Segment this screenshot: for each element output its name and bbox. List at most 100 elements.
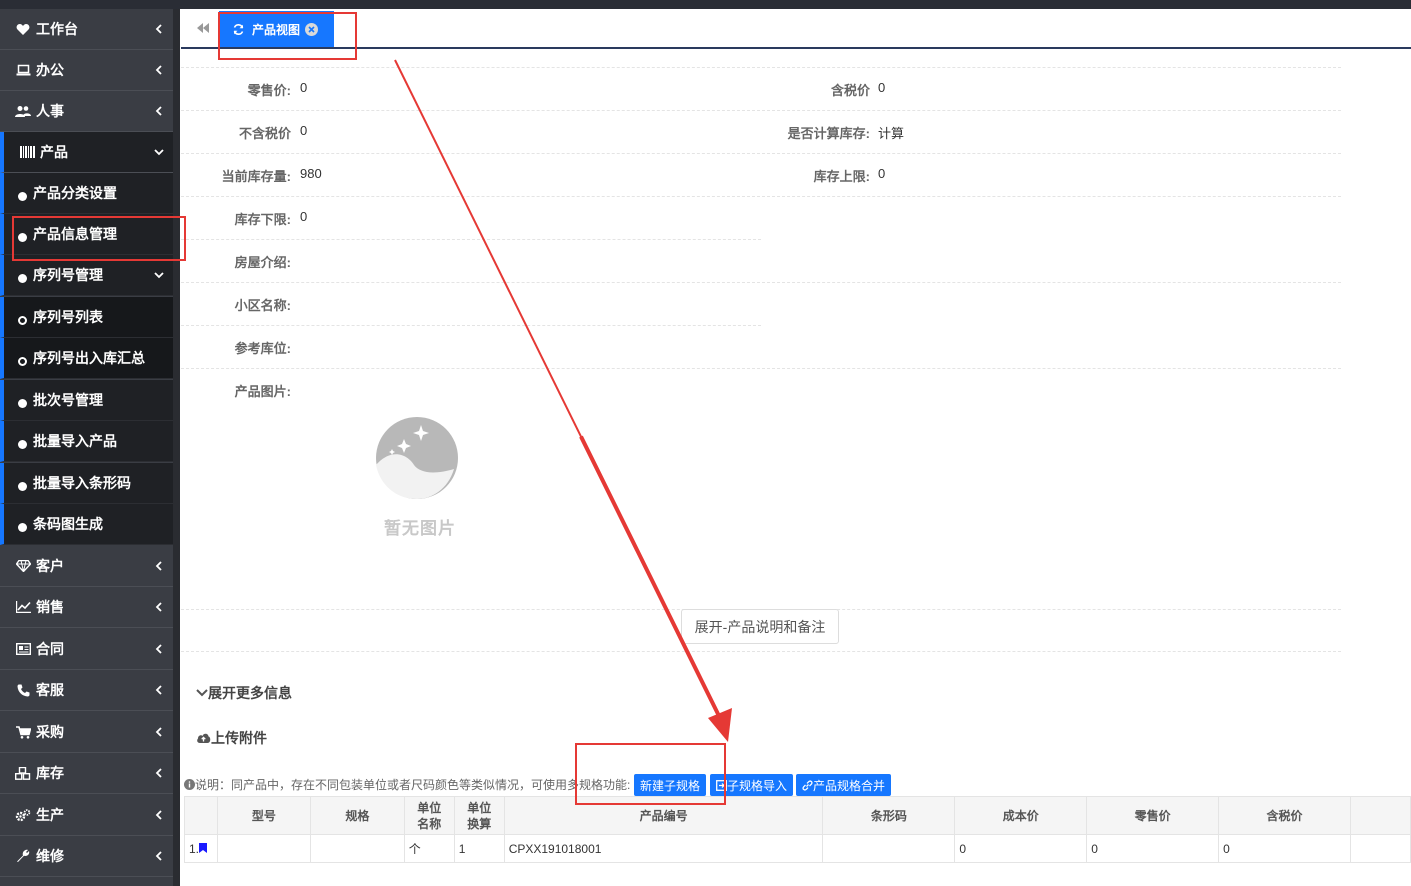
- spec-table: 型号 规格 单位 名称 单位 换算 产品编号 条形码 成本价 零售价 含税价 1…: [184, 796, 1411, 863]
- stock-upper-value: 0: [878, 166, 886, 181]
- sidebar-item-label: 维修: [36, 848, 64, 864]
- stock-lower-value: 0: [300, 209, 308, 224]
- cell-cost: 0: [954, 834, 1088, 863]
- calc-stock-value: 计算: [878, 126, 905, 141]
- chevron-left-icon: [155, 24, 162, 34]
- cell-tax-price: 0: [1218, 834, 1351, 863]
- tax-excl-price-value: 0: [300, 123, 308, 138]
- divider: [181, 110, 1341, 111]
- chevron-down-icon: [196, 689, 208, 697]
- community-name-label: 小区名称:: [234, 298, 291, 313]
- upload-attachment-toggle[interactable]: 上传附件: [196, 728, 267, 748]
- col-header-extra: [1349, 796, 1411, 835]
- sidebar-item-label: 工作台: [36, 21, 78, 37]
- sidebar-subitem-serial-mgmt[interactable]: 序列号管理: [0, 255, 173, 296]
- line-chart-icon: [14, 601, 32, 613]
- sidebar-subitem-serial-list[interactable]: 序列号列表: [0, 297, 173, 338]
- retail-price-label: 零售价:: [247, 83, 291, 98]
- current-stock-value: 980: [300, 166, 322, 181]
- chevron-left-icon: [155, 602, 162, 612]
- col-header-unit: 单位 名称: [403, 796, 455, 835]
- diamond-icon: [14, 560, 32, 572]
- sidebar-item-product[interactable]: 产品: [0, 132, 173, 173]
- sidebar-item-label: 客服: [36, 682, 64, 698]
- chevron-left-icon: [155, 851, 162, 861]
- annotation-box-product-info: [12, 216, 186, 261]
- col-header-cost: 成本价: [954, 796, 1088, 835]
- sidebar-item-label: 产品: [40, 144, 68, 160]
- sidebar-item-repair[interactable]: 维修: [0, 836, 173, 877]
- col-header-model: 型号: [216, 796, 311, 835]
- chevron-down-icon: [154, 149, 164, 156]
- divider: [181, 67, 1341, 68]
- sidebar-item-label: 生产: [36, 807, 64, 823]
- sidebar-item-label: 销售: [36, 599, 64, 615]
- table-row[interactable]: 1. 个 1 CPXX191018001 0 0 0: [184, 834, 1411, 863]
- sidebar-subitem-bulk-import-barcode[interactable]: 批量导入条形码: [0, 463, 173, 504]
- sidebar-item-inventory[interactable]: 库存: [0, 753, 173, 794]
- cell-unit: 个: [403, 834, 455, 863]
- bullet-icon: [18, 481, 27, 491]
- sidebar-item-office[interactable]: 办公: [0, 50, 173, 91]
- circle-icon: [18, 315, 27, 325]
- more-info-label: 展开更多信息: [208, 685, 292, 701]
- wrench-icon: [14, 849, 32, 863]
- col-header-retail: 零售价: [1086, 796, 1220, 835]
- sidebar-item-hr[interactable]: 人事: [0, 91, 173, 132]
- annotation-arrow: [393, 59, 732, 742]
- spec-note-text: 说明：同产品中，存在不同包装单位或者尺码颜色等类似情况，可使用多规格功能:: [195, 778, 631, 792]
- chevron-down-icon: [154, 272, 164, 279]
- chevron-left-icon: [155, 106, 162, 116]
- sidebar-subitem-label: 序列号出入库汇总: [33, 350, 145, 366]
- cell-extra: [1349, 834, 1411, 863]
- laptop-icon: [14, 64, 32, 76]
- sidebar: 工作台 办公 人事 产品 产品分类设置 产品信息管理 序列号管理 序列号列表 序…: [0, 9, 180, 886]
- tax-incl-price-label: 含税价: [830, 83, 870, 98]
- sidebar-subitem-serial-summary[interactable]: 序列号出入库汇总: [0, 338, 173, 379]
- backward-icon[interactable]: [195, 21, 211, 35]
- chevron-left-icon: [155, 65, 162, 75]
- tax-excl-price-label: 不含税价: [238, 126, 291, 141]
- cell-index: 1.: [184, 834, 218, 863]
- sidebar-item-label: 合同: [36, 641, 64, 657]
- sidebar-subitem-bulk-import-product[interactable]: 批量导入产品: [0, 421, 173, 462]
- sidebar-subitem-label: 序列号列表: [33, 309, 103, 325]
- sidebar-subitem-label: 产品分类设置: [33, 185, 117, 201]
- circle-icon: [18, 356, 27, 366]
- sidebar-item-sales[interactable]: 销售: [0, 587, 173, 628]
- sidebar-item-contract[interactable]: 合同: [0, 629, 173, 670]
- stock-lower-label: 库存下限:: [234, 212, 291, 227]
- sidebar-subitem-category[interactable]: 产品分类设置: [0, 173, 173, 214]
- stock-upper-label: 库存上限:: [813, 169, 870, 184]
- bookmark-icon[interactable]: [199, 842, 208, 853]
- bullet-icon: [18, 398, 27, 408]
- sidebar-item-purchase[interactable]: 采购: [0, 712, 173, 753]
- barcode-icon: [18, 146, 36, 158]
- sidebar-subitem-label: 序列号管理: [33, 267, 103, 283]
- annotation-box-new-sub-spec: [575, 743, 726, 805]
- upload-attachment-label: 上传附件: [211, 730, 267, 746]
- sidebar-item-production[interactable]: 生产: [0, 795, 173, 836]
- sidebar-item-service[interactable]: 客服: [0, 670, 173, 711]
- sidebar-item-label: 采购: [36, 724, 64, 740]
- spec-note: 说明：同产品中，存在不同包装单位或者尺码颜色等类似情况，可使用多规格功能:: [184, 776, 630, 793]
- divider: [181, 651, 1341, 652]
- users-icon: [14, 105, 32, 118]
- spec-merge-button[interactable]: 产品规格合并: [796, 774, 892, 796]
- table-header-row: 型号 规格 单位 名称 单位 换算 产品编号 条形码 成本价 零售价 含税价: [184, 796, 1411, 835]
- more-info-toggle[interactable]: 展开更多信息: [196, 683, 292, 703]
- sidebar-item-workbench[interactable]: 工作台: [0, 9, 173, 50]
- sidebar-subitem-barcode-gen[interactable]: 条码图生成: [0, 504, 173, 545]
- spec-merge-label: 产品规格合并: [813, 778, 886, 793]
- sidebar-subitem-label: 批量导入产品: [33, 433, 117, 449]
- bullet-icon: [18, 522, 27, 532]
- sidebar-subitem-batch-mgmt[interactable]: 批次号管理: [0, 380, 173, 421]
- sidebar-subitem-label: 批量导入条形码: [33, 475, 131, 491]
- bullet-icon: [18, 191, 27, 201]
- sidebar-scrollbar[interactable]: [173, 9, 180, 886]
- sidebar-item-customer[interactable]: 客户: [0, 546, 173, 587]
- bullet-icon: [18, 273, 27, 283]
- divider: [181, 196, 1341, 197]
- sidebar-item-label: 库存: [36, 765, 64, 781]
- cart-icon: [14, 725, 32, 739]
